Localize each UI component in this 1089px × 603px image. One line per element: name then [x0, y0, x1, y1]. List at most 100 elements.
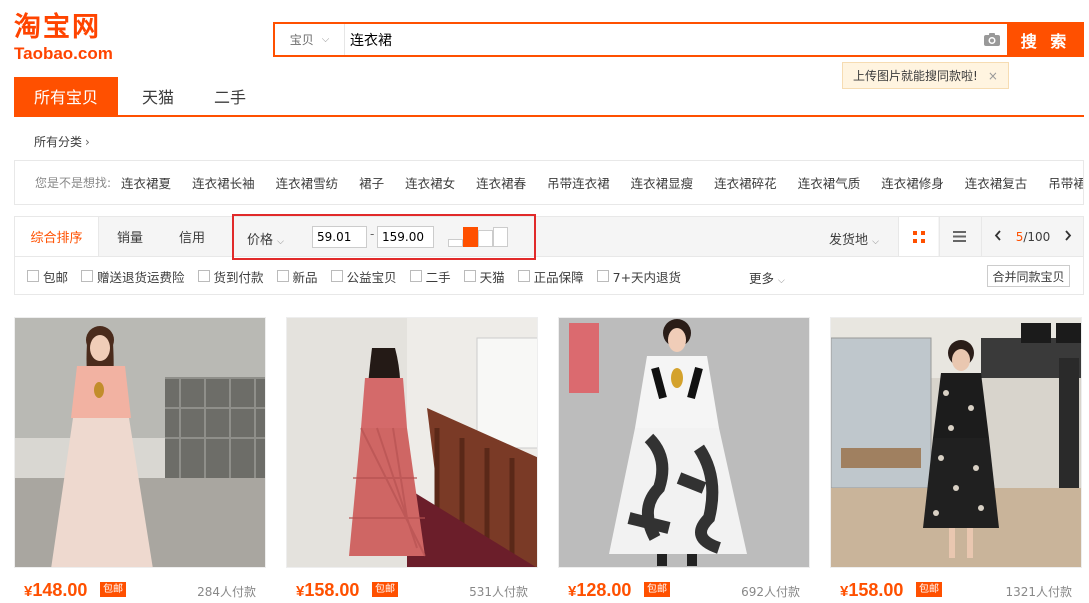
filter-panel: 综合排序 销量 信用 价格 ⌵ - 发货地 ⌵	[14, 214, 1084, 295]
search-button[interactable]: 搜 索	[1007, 22, 1084, 57]
checkbox[interactable]	[463, 270, 476, 282]
next-page-icon[interactable]	[1064, 229, 1072, 244]
filter-return-insurance[interactable]: 赠送退货运费险	[81, 267, 185, 286]
chevron-right-icon: ›	[85, 135, 90, 149]
histogram-bar-selected	[463, 227, 478, 247]
checkbox-label: 正品保障	[533, 269, 584, 285]
merge-same-items-button[interactable]: 合并同款宝贝	[987, 265, 1070, 287]
checkbox[interactable]	[517, 270, 530, 282]
suggestion-item[interactable]: 吊带裙	[1048, 173, 1083, 192]
ship-from-filter[interactable]: 发货地 ⌵	[829, 229, 879, 248]
suggestion-item[interactable]: 连衣裙碎花	[714, 173, 777, 192]
sales-count: 531人付款	[469, 585, 528, 599]
suggestion-item[interactable]: 连衣裙长袖	[192, 173, 255, 192]
search-bar: 宝贝 ⌵ 搜 索	[273, 22, 1084, 57]
tab-tmall[interactable]: 天猫	[118, 77, 198, 115]
filter-charity[interactable]: 公益宝贝	[330, 267, 397, 286]
filter-checkbox-row: 包邮 赠送退货运费险 货到付款 新品 公益宝贝 二手 天猫 正品保障 7+天内退…	[15, 257, 1083, 295]
suggestion-item[interactable]: 裙子	[359, 173, 384, 192]
price-distribution-histogram[interactable]	[448, 227, 508, 247]
product-card[interactable]: ¥158.00 包邮 531人付款	[286, 317, 538, 603]
product-image[interactable]	[286, 317, 538, 568]
price-min-input[interactable]	[312, 226, 367, 248]
suggestion-item[interactable]: 连衣裙夏	[121, 173, 171, 192]
price-label: 价格	[247, 233, 274, 248]
mini-pager: 5/100	[981, 217, 1084, 256]
price-value: 128.00	[576, 580, 632, 600]
filter-genuine[interactable]: 正品保障	[517, 267, 584, 286]
product-price[interactable]: ¥158.00	[840, 580, 903, 601]
suggestion-item[interactable]: 连衣裙气质	[798, 173, 861, 192]
product-price[interactable]: ¥148.00	[24, 580, 87, 601]
camera-icon[interactable]	[977, 24, 1007, 55]
ship-from-label: 发货地	[829, 233, 869, 248]
checkbox-label: 7+天内退货	[612, 269, 682, 285]
sort-default[interactable]: 综合排序	[15, 217, 99, 256]
product-card[interactable]: ¥158.00 包邮 1321人付款	[830, 317, 1082, 603]
product-card[interactable]: ¥128.00 包邮 692人付款	[558, 317, 810, 603]
sort-row: 综合排序 销量 信用 价格 ⌵ - 发货地 ⌵	[15, 214, 1084, 260]
suggestion-item[interactable]: 连衣裙修身	[881, 173, 944, 192]
suggestion-item[interactable]: 连衣裙雪纺	[276, 173, 339, 192]
checkbox[interactable]	[596, 270, 609, 282]
list-view-button[interactable]	[939, 217, 979, 256]
prev-page-icon[interactable]	[994, 229, 1002, 244]
chevron-down-icon: ⌵	[872, 237, 879, 247]
product-price[interactable]: ¥158.00	[296, 580, 359, 601]
free-shipping-badge: 包邮	[100, 582, 126, 597]
product-price[interactable]: ¥128.00	[568, 580, 631, 601]
checkbox-label: 新品	[292, 269, 318, 285]
sort-sales[interactable]: 销量	[99, 217, 161, 256]
page-indicator: 5/100	[1016, 230, 1051, 244]
search-input[interactable]	[345, 24, 977, 55]
product-card[interactable]: ¥148.00 包邮 284人付款	[14, 317, 266, 603]
chevron-down-icon: ⌵	[321, 34, 330, 45]
suggestion-label: 您是不是想找:	[35, 176, 112, 190]
chevron-down-icon: ⌵	[277, 237, 284, 247]
checkbox[interactable]	[330, 270, 343, 282]
product-info: ¥158.00 包邮 531人付款	[286, 568, 538, 603]
tab-all-items[interactable]: 所有宝贝	[14, 77, 118, 115]
more-filters-button[interactable]: 更多 ⌵	[749, 268, 785, 287]
price-range-dash: -	[370, 227, 375, 241]
suggestion-item[interactable]: 连衣裙女	[405, 173, 455, 192]
suggestion-item[interactable]: 连衣裙显瘦	[631, 173, 694, 192]
product-image[interactable]	[558, 317, 810, 568]
filter-free-shipping[interactable]: 包邮	[27, 267, 68, 286]
suggestion-item[interactable]: 吊带连衣裙	[547, 173, 610, 192]
checkbox[interactable]	[81, 270, 94, 282]
search-category-label: 宝贝	[289, 33, 314, 47]
sales-count: 1321人付款	[1005, 585, 1072, 599]
suggestion-item[interactable]: 连衣裙春	[476, 173, 526, 192]
product-info: ¥128.00 包邮 692人付款	[558, 568, 810, 603]
checkbox[interactable]	[409, 270, 422, 282]
sort-price[interactable]: 价格 ⌵	[247, 229, 284, 248]
checkbox-label: 包邮	[43, 269, 69, 285]
price-max-input[interactable]	[377, 226, 434, 248]
product-image[interactable]	[830, 317, 1082, 568]
histogram-bar	[448, 239, 463, 247]
grid-view-button[interactable]	[898, 217, 938, 256]
search-tabs: 所有宝贝 天猫 二手	[14, 77, 1084, 117]
checkbox[interactable]	[27, 270, 39, 282]
breadcrumb[interactable]: 所有分类 ›	[34, 133, 90, 150]
filter-new-items[interactable]: 新品	[276, 267, 318, 286]
search-category-select[interactable]: 宝贝 ⌵	[275, 24, 345, 55]
filter-cash-on-delivery[interactable]: 货到付款	[197, 267, 264, 286]
filter-7day-return[interactable]: 7+天内退货	[596, 267, 682, 286]
checkbox[interactable]	[276, 270, 289, 282]
product-image[interactable]	[14, 317, 266, 568]
tab-second-hand[interactable]: 二手	[198, 77, 262, 115]
checkbox[interactable]	[197, 270, 210, 282]
suggestion-item[interactable]: 连衣裙复古	[965, 173, 1028, 192]
checkbox-label: 赠送退货运费险	[97, 269, 185, 285]
taobao-logo[interactable]: 淘宝网 Taobao.com	[14, 12, 124, 67]
logo-en: Taobao.com	[14, 44, 113, 63]
filter-tmall[interactable]: 天猫	[463, 267, 505, 286]
sort-credit[interactable]: 信用	[161, 217, 223, 256]
free-shipping-badge: 包邮	[644, 582, 670, 597]
filter-second-hand[interactable]: 二手	[409, 267, 451, 286]
free-shipping-badge: 包邮	[916, 582, 942, 597]
checkbox-label: 二手	[425, 269, 451, 285]
chevron-down-icon: ⌵	[778, 276, 785, 286]
